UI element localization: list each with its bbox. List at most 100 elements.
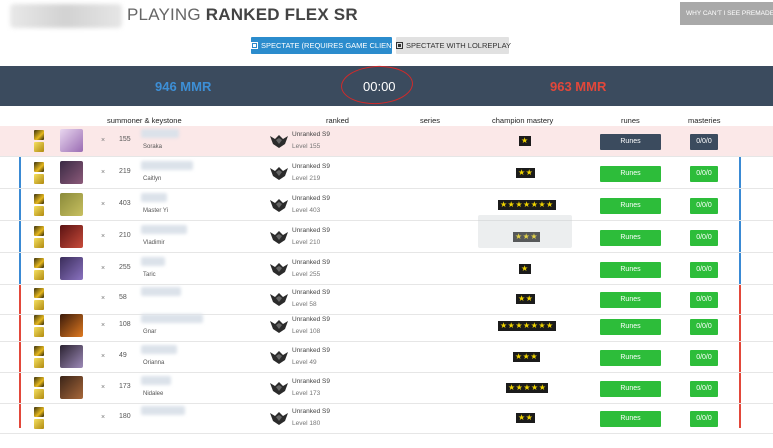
- rank-tier: Unranked S9: [292, 316, 330, 323]
- blue-team-mmr: 946 MMR: [155, 79, 212, 94]
- summoner-name-blurred[interactable]: [141, 257, 165, 266]
- masteries-button[interactable]: 0/0/0: [690, 411, 718, 427]
- champion-portrait: [60, 257, 83, 280]
- runes-button[interactable]: Runes: [600, 381, 661, 397]
- summoner-spell-icon: [34, 162, 44, 172]
- champion-portrait: [60, 129, 83, 152]
- masteries-button[interactable]: 0/0/0: [690, 198, 718, 214]
- summoner-spell-icon: [34, 258, 44, 268]
- summoner-name-blurred[interactable]: [141, 314, 203, 323]
- summoner-name-blurred[interactable]: [141, 225, 187, 234]
- rank-level: Level 173: [292, 390, 321, 397]
- mastery-stars: ★★: [516, 294, 536, 304]
- why-cant-see-premades-button[interactable]: WHY CAN'T I SEE PREMADES: [680, 2, 773, 25]
- champion-portrait: [60, 345, 83, 368]
- masteries-button[interactable]: 0/0/0: [690, 166, 718, 182]
- summoner-spell-icon: [34, 389, 44, 399]
- remove-icon[interactable]: ×: [101, 169, 105, 176]
- masteries-button[interactable]: 0/0/0: [690, 381, 718, 397]
- player-row: × 155 Soraka Unranked S9 Level 155 ★ Runes 0/0/…: [0, 126, 773, 157]
- player-row: × 49 Orianna Unranked S9 Level 49 ★★★ Runes 0/0…: [0, 342, 773, 373]
- summoner-name-blurred[interactable]: [141, 376, 171, 385]
- masteries-button[interactable]: 0/0/0: [690, 262, 718, 278]
- rank-tier: Unranked S9: [292, 195, 330, 202]
- mastery-stars: ★★★★★: [506, 383, 549, 393]
- summoner-name-blurred[interactable]: [141, 345, 177, 354]
- summoner-name-blurred[interactable]: [141, 193, 167, 202]
- summoner-spell-icon: [34, 419, 44, 429]
- champion-name: Vladimir: [143, 240, 165, 246]
- spectate-lolreplay-button[interactable]: SPECTATE WITH LOLREPLAY: [396, 37, 511, 54]
- rank-tier: Unranked S9: [292, 131, 330, 138]
- remove-icon[interactable]: ×: [101, 201, 105, 208]
- remove-icon[interactable]: ×: [101, 233, 105, 240]
- summoner-level: 255: [119, 264, 131, 271]
- rank-emblem-icon: [270, 292, 288, 306]
- remove-icon[interactable]: ×: [101, 295, 105, 302]
- spectate-button[interactable]: SPECTATE (REQUIRES GAME CLIENT): [251, 37, 399, 54]
- summoner-level: 210: [119, 232, 131, 239]
- runes-button[interactable]: Runes: [600, 166, 661, 182]
- masteries-button[interactable]: 0/0/0: [690, 350, 718, 366]
- rank-emblem-icon: [270, 262, 288, 276]
- champion-name: Master Yi: [143, 208, 169, 214]
- rank-emblem-icon: [270, 134, 288, 148]
- summoner-spell-icon: [34, 346, 44, 356]
- player-row: × 219 Caitlyn Unranked S9 Level 219 ★★ Runes 0/…: [0, 158, 773, 189]
- champion-name: Gnar: [143, 329, 157, 335]
- player-row: × 108 Gnar Unranked S9 Level 108 ★★★★★★★ Runes…: [0, 311, 773, 342]
- summoner-spell-icon: [34, 315, 44, 325]
- rank-level: Level 180: [292, 420, 321, 427]
- rank-level: Level 108: [292, 328, 321, 335]
- summoner-name-blurred[interactable]: [141, 129, 179, 138]
- rank-level: Level 255: [292, 271, 321, 278]
- runes-button[interactable]: Runes: [600, 134, 661, 150]
- spectate-icon: [251, 42, 258, 49]
- summoner-spell-icon: [34, 288, 44, 298]
- remove-icon[interactable]: ×: [101, 322, 105, 329]
- column-header-mastery: champion mastery: [492, 116, 554, 125]
- runes-button[interactable]: Runes: [600, 292, 661, 308]
- runes-button[interactable]: Runes: [600, 262, 661, 278]
- player-row: × 180 Unranked S9 Level 180 ★★ Runes 0/0/0: [0, 403, 773, 434]
- remove-icon[interactable]: ×: [101, 414, 105, 421]
- rank-tier: Unranked S9: [292, 378, 330, 385]
- rank-emblem-icon: [270, 230, 288, 244]
- summoner-name-blurred[interactable]: [141, 287, 181, 296]
- summoner-spell-icon: [34, 226, 44, 236]
- summoner-name-blurred[interactable]: [141, 406, 185, 415]
- runes-button[interactable]: Runes: [600, 411, 661, 427]
- summoner-level: 219: [119, 168, 131, 175]
- masteries-button[interactable]: 0/0/0: [690, 292, 718, 308]
- rank-emblem-icon: [270, 411, 288, 425]
- column-header-series: series: [420, 116, 441, 125]
- summoner-name-blurred[interactable]: [141, 161, 193, 170]
- champion-name: Caitlyn: [143, 176, 162, 182]
- mastery-stars: ★★★: [513, 352, 541, 362]
- rank-tier: Unranked S9: [292, 347, 330, 354]
- summoner-spell-icon: [34, 142, 44, 152]
- player-row: × 255 Taric Unranked S9 Level 255 ★ Runes 0/0/0: [0, 254, 773, 285]
- masteries-button[interactable]: 0/0/0: [690, 319, 718, 335]
- red-team-mmr: 963 MMR: [550, 79, 607, 94]
- runes-button[interactable]: Runes: [600, 230, 661, 246]
- champion-portrait: [60, 193, 83, 216]
- remove-icon[interactable]: ×: [101, 137, 105, 144]
- champion-name: Orianna: [143, 360, 165, 366]
- rank-tier: Unranked S9: [292, 259, 330, 266]
- masteries-button[interactable]: 0/0/0: [690, 134, 718, 150]
- summoner-level: 173: [119, 383, 131, 390]
- remove-icon[interactable]: ×: [101, 384, 105, 391]
- summoner-spell-icon: [34, 174, 44, 184]
- summoner-spell-icon: [34, 194, 44, 204]
- runes-button[interactable]: Runes: [600, 350, 661, 366]
- rank-emblem-icon: [270, 381, 288, 395]
- champion-portrait: [60, 225, 83, 248]
- page-title: PLAYING RANKED FLEX SR: [127, 5, 358, 24]
- runes-button[interactable]: Runes: [600, 198, 661, 214]
- runes-button[interactable]: Runes: [600, 319, 661, 335]
- summoner-spell-icon: [34, 407, 44, 417]
- remove-icon[interactable]: ×: [101, 353, 105, 360]
- remove-icon[interactable]: ×: [101, 265, 105, 272]
- masteries-button[interactable]: 0/0/0: [690, 230, 718, 246]
